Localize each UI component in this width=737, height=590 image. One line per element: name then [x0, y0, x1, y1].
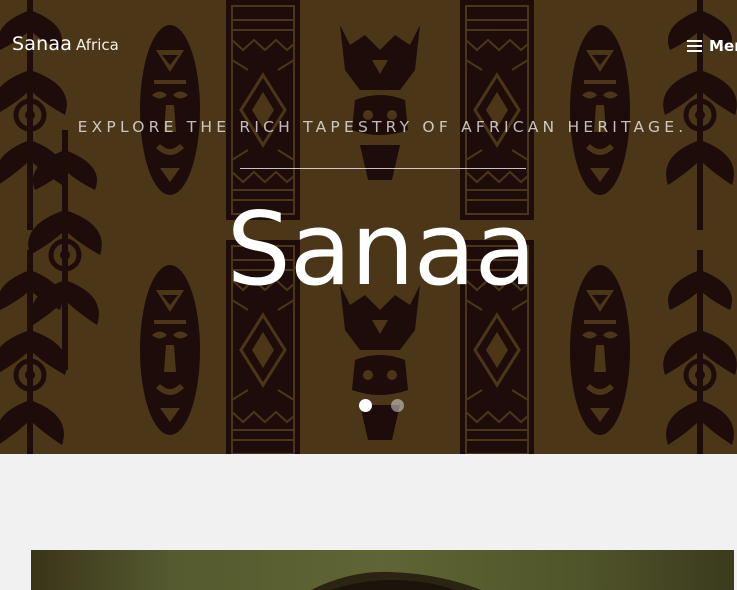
- slide-dot-2[interactable]: [391, 399, 404, 412]
- brand-suffix: Africa: [76, 36, 119, 54]
- feature-photo: [31, 550, 734, 590]
- menu-label: Menu: [709, 37, 737, 55]
- slide-dot-1[interactable]: [359, 399, 372, 412]
- hero-banner: SanaaAfrica Menu EXPLORE THE RICH TAPEST…: [0, 0, 737, 454]
- brand-name: Sanaa: [12, 33, 73, 55]
- hamburger-icon: [687, 40, 702, 52]
- hero-tagline: EXPLORE THE RICH TAPESTRY OF AFRICAN HER…: [77, 118, 688, 136]
- hero-title: Sanaa: [226, 190, 537, 308]
- feature-photo-art: [311, 571, 481, 590]
- hero-divider: [240, 168, 526, 169]
- top-navigation: SanaaAfrica Menu: [0, 0, 737, 92]
- brand-logo[interactable]: Sanaa Africa: [12, 33, 119, 55]
- menu-button[interactable]: Menu: [687, 37, 737, 55]
